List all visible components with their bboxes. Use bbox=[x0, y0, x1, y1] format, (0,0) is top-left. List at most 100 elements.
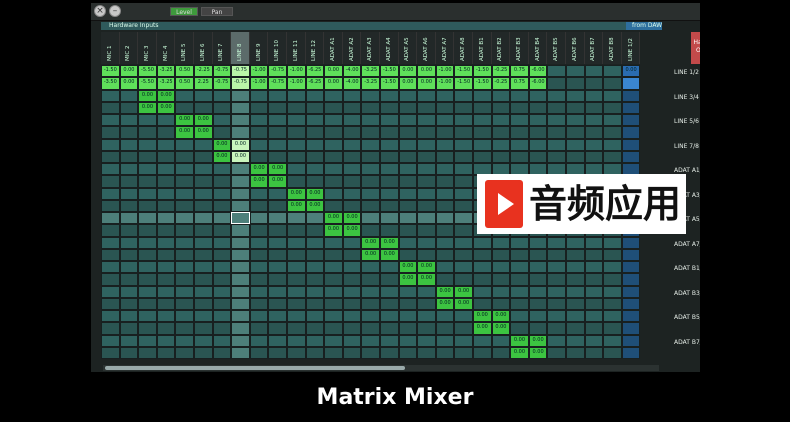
matrix-cell[interactable] bbox=[119, 224, 139, 237]
matrix-cell[interactable] bbox=[454, 150, 473, 163]
matrix-cell[interactable] bbox=[380, 346, 399, 359]
matrix-cell[interactable] bbox=[305, 273, 325, 286]
matrix-cell[interactable] bbox=[287, 273, 306, 286]
matrix-cell[interactable] bbox=[175, 297, 194, 310]
matrix-cell[interactable] bbox=[584, 248, 604, 261]
matrix-cell[interactable] bbox=[603, 248, 622, 261]
matrix-cell[interactable]: 0.00 bbox=[435, 285, 455, 298]
matrix-cell[interactable] bbox=[194, 89, 213, 102]
matrix-cell[interactable] bbox=[101, 199, 120, 212]
matrix-cell[interactable] bbox=[156, 224, 176, 237]
matrix-cell[interactable] bbox=[156, 297, 176, 310]
matrix-cell[interactable] bbox=[361, 101, 380, 114]
matrix-cell[interactable] bbox=[417, 114, 436, 127]
column-header[interactable]: ADAT A4 bbox=[380, 32, 399, 64]
matrix-cell[interactable] bbox=[454, 101, 473, 114]
matrix-cell[interactable]: 0.00 bbox=[138, 101, 157, 114]
matrix-cell[interactable]: 0.00 bbox=[510, 334, 529, 347]
matrix-cell[interactable] bbox=[398, 89, 418, 102]
matrix-cell[interactable] bbox=[566, 65, 585, 78]
matrix-cell[interactable]: 0.00 bbox=[417, 273, 436, 286]
column-header[interactable]: ADAT A1 bbox=[324, 32, 343, 64]
matrix-cell[interactable]: -6.25 bbox=[305, 77, 325, 90]
matrix-cell[interactable] bbox=[194, 236, 213, 249]
column-header[interactable]: ADAT A5 bbox=[398, 32, 418, 64]
matrix-cell[interactable] bbox=[268, 248, 287, 261]
matrix-cell[interactable] bbox=[231, 346, 250, 359]
matrix-cell[interactable] bbox=[138, 248, 157, 261]
matrix-cell[interactable] bbox=[380, 114, 399, 127]
matrix-cell[interactable] bbox=[398, 285, 418, 298]
matrix-cell[interactable] bbox=[138, 114, 157, 127]
matrix-cell[interactable]: -0.75 bbox=[231, 65, 250, 78]
scrollbar-thumb[interactable] bbox=[105, 366, 405, 370]
matrix-cell[interactable]: -6.25 bbox=[305, 65, 325, 78]
matrix-cell[interactable] bbox=[380, 261, 399, 274]
matrix-cell[interactable] bbox=[398, 224, 418, 237]
matrix-cell[interactable] bbox=[342, 175, 362, 188]
matrix-cell[interactable]: 0.50 bbox=[175, 77, 194, 90]
matrix-cell[interactable] bbox=[603, 150, 622, 163]
matrix-cell[interactable] bbox=[435, 212, 455, 225]
matrix-cell[interactable] bbox=[231, 89, 250, 102]
matrix-cell[interactable] bbox=[231, 212, 250, 225]
matrix-cell[interactable] bbox=[603, 285, 622, 298]
matrix-cell[interactable] bbox=[473, 261, 492, 274]
matrix-cell[interactable] bbox=[491, 114, 511, 127]
matrix-cell[interactable] bbox=[584, 322, 604, 335]
matrix-cell[interactable] bbox=[621, 77, 641, 90]
matrix-cell[interactable] bbox=[119, 114, 139, 127]
matrix-cell[interactable]: -0.25 bbox=[491, 65, 511, 78]
matrix-cell[interactable] bbox=[547, 273, 566, 286]
matrix-cell[interactable] bbox=[566, 248, 585, 261]
matrix-cell[interactable] bbox=[119, 187, 139, 200]
matrix-cell[interactable] bbox=[473, 126, 492, 139]
matrix-cell[interactable]: 0.00 bbox=[287, 199, 306, 212]
matrix-cell[interactable] bbox=[175, 89, 194, 102]
matrix-cell[interactable] bbox=[491, 101, 511, 114]
matrix-cell[interactable]: -3.25 bbox=[361, 65, 380, 78]
matrix-cell[interactable] bbox=[566, 261, 585, 274]
matrix-cell[interactable] bbox=[231, 334, 250, 347]
matrix-cell[interactable] bbox=[398, 236, 418, 249]
matrix-cell[interactable] bbox=[156, 175, 176, 188]
matrix-cell[interactable] bbox=[398, 334, 418, 347]
matrix-cell[interactable] bbox=[621, 89, 641, 102]
matrix-cell[interactable] bbox=[473, 114, 492, 127]
matrix-cell[interactable] bbox=[175, 199, 194, 212]
matrix-cell[interactable] bbox=[361, 322, 380, 335]
matrix-cell[interactable]: 0.00 bbox=[156, 101, 176, 114]
matrix-cell[interactable] bbox=[342, 334, 362, 347]
column-header[interactable]: LINE 8 bbox=[231, 32, 250, 64]
matrix-cell[interactable] bbox=[398, 187, 418, 200]
matrix-cell[interactable] bbox=[194, 163, 213, 176]
matrix-cell[interactable] bbox=[621, 236, 641, 249]
matrix-cell[interactable] bbox=[287, 114, 306, 127]
matrix-cell[interactable] bbox=[380, 310, 399, 323]
matrix-cell[interactable] bbox=[156, 310, 176, 323]
matrix-cell[interactable]: -1.00 bbox=[287, 65, 306, 78]
matrix-cell[interactable] bbox=[380, 89, 399, 102]
matrix-cell[interactable]: 0.00 bbox=[268, 175, 287, 188]
matrix-cell[interactable] bbox=[138, 261, 157, 274]
matrix-cell[interactable] bbox=[231, 187, 250, 200]
matrix-cell[interactable] bbox=[119, 138, 139, 151]
matrix-cell[interactable] bbox=[361, 212, 380, 225]
matrix-cell[interactable] bbox=[101, 346, 120, 359]
matrix-cell[interactable] bbox=[398, 150, 418, 163]
matrix-cell[interactable] bbox=[584, 346, 604, 359]
matrix-cell[interactable] bbox=[417, 199, 436, 212]
matrix-cell[interactable] bbox=[268, 224, 287, 237]
matrix-cell[interactable] bbox=[454, 114, 473, 127]
matrix-cell[interactable] bbox=[305, 334, 325, 347]
matrix-cell[interactable] bbox=[621, 261, 641, 274]
matrix-cell[interactable] bbox=[454, 138, 473, 151]
matrix-cell[interactable] bbox=[621, 285, 641, 298]
matrix-cell[interactable]: -1.50 bbox=[380, 65, 399, 78]
matrix-cell[interactable] bbox=[212, 322, 232, 335]
matrix-cell[interactable] bbox=[231, 310, 250, 323]
matrix-cell[interactable] bbox=[175, 334, 194, 347]
matrix-cell[interactable] bbox=[138, 297, 157, 310]
matrix-cell[interactable] bbox=[380, 273, 399, 286]
matrix-cell[interactable] bbox=[138, 163, 157, 176]
